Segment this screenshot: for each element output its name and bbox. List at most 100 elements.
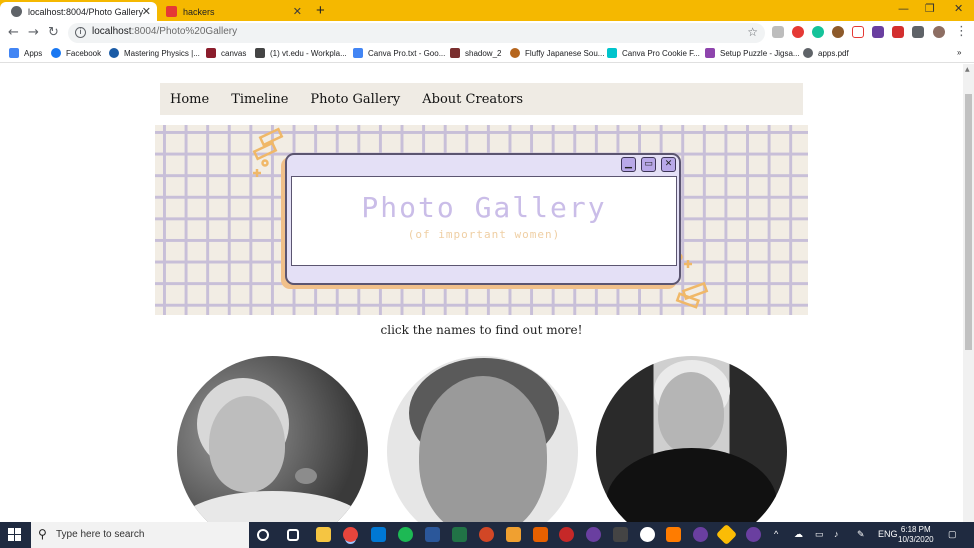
google-docs-icon	[353, 48, 363, 58]
window-minimize-icon: ▁	[621, 157, 636, 172]
excel-icon[interactable]	[452, 527, 467, 542]
workplace-icon	[255, 48, 265, 58]
notifications-icon[interactable]: ▢	[948, 529, 957, 540]
spotify-icon[interactable]	[398, 527, 413, 542]
canva-icon	[607, 48, 617, 58]
volume-icon[interactable]: ♪	[834, 529, 839, 539]
recipe-icon	[510, 48, 520, 58]
app-icon[interactable]	[613, 527, 628, 542]
tab-photo-gallery[interactable]: localhost:8004/Photo Gallery ✕	[0, 2, 157, 21]
bookmark-workplace[interactable]: (1) vt.edu - Workpla...	[255, 48, 347, 58]
instruction-text: click the names to find out more!	[380, 323, 583, 337]
shadow-icon	[450, 48, 460, 58]
nav-about-creators[interactable]: About Creators	[422, 92, 523, 107]
address-bar[interactable]: i localhost:8004/Photo%20Gallery ☆	[68, 23, 765, 43]
hackers-favicon-icon	[166, 6, 177, 17]
bookmark-canva-pro-txt[interactable]: Canva Pro.txt - Goo...	[353, 48, 445, 58]
adblock-icon[interactable]	[792, 26, 804, 38]
page-title: Photo Gallery	[361, 191, 607, 224]
nav-photo-gallery[interactable]: Photo Gallery	[310, 92, 400, 107]
site-nav: Home Timeline Photo Gallery About Creato…	[160, 83, 803, 115]
close-window-button[interactable]: ✕	[954, 2, 963, 15]
app-icon[interactable]	[715, 523, 738, 546]
bookmark-facebook[interactable]: Facebook	[51, 48, 101, 58]
windows-start-icon[interactable]	[8, 528, 22, 542]
app-icon[interactable]	[693, 527, 708, 542]
url-text[interactable]: localhost:8004/Photo%20Gallery	[92, 26, 237, 37]
tab-title: localhost:8004/Photo Gallery	[28, 6, 144, 17]
battery-icon[interactable]: ▭	[815, 529, 824, 540]
pen-icon[interactable]: ✎	[857, 529, 865, 540]
search-placeholder: Type here to search	[56, 529, 145, 540]
back-arrow-icon[interactable]: ←	[8, 25, 19, 40]
bookmark-apps-pdf[interactable]: apps.pdf	[803, 48, 849, 58]
pocket-icon[interactable]	[852, 26, 864, 38]
nav-home[interactable]: Home	[170, 92, 209, 107]
retro-window-frame: ▁ ▭ ✕ Photo Gallery (of important women)	[285, 153, 681, 285]
cookie-icon[interactable]	[832, 26, 844, 38]
cortana-icon[interactable]	[257, 529, 269, 541]
page-scrollbar[interactable]: ▲	[963, 64, 974, 522]
bookmark-fluffy-japanese[interactable]: Fluffy Japanese Sou...	[510, 48, 604, 58]
globe-icon	[803, 48, 813, 58]
bookmark-shadow[interactable]: shadow_2	[450, 48, 501, 58]
system-clock[interactable]: 6:18 PM 10/3/2020	[898, 525, 934, 545]
outlook-icon[interactable]	[371, 527, 386, 542]
twitch-icon[interactable]	[872, 26, 884, 38]
new-tab-button[interactable]: +	[316, 2, 325, 19]
facebook-icon	[51, 48, 61, 58]
tab-hackers[interactable]: hackers ✕	[158, 2, 308, 21]
chrome-icon[interactable]	[343, 527, 358, 542]
app-icon[interactable]	[640, 527, 655, 542]
shield-icon[interactable]	[892, 26, 904, 38]
scroll-up-icon[interactable]: ▲	[965, 66, 970, 73]
restore-window-button[interactable]: ❐	[925, 2, 935, 15]
tab-close-icon[interactable]: ✕	[293, 5, 302, 18]
bookmarks-bar: Apps Facebook Mastering Physics |... can…	[0, 45, 974, 63]
language-indicator[interactable]: ENG	[878, 529, 898, 539]
scrollbar-thumb[interactable]	[965, 94, 972, 350]
task-view-icon[interactable]	[287, 529, 299, 541]
chevron-up-icon[interactable]: ^	[774, 529, 778, 539]
cloud-icon[interactable]: ☁	[794, 529, 803, 540]
clock-time: 6:18 PM	[900, 525, 931, 534]
taskbar-search[interactable]: ⚲ Type here to search	[31, 522, 249, 548]
doodle-decoration	[252, 127, 284, 177]
puzzle-extensions-icon[interactable]	[912, 26, 924, 38]
portrait-photo-2[interactable]	[387, 356, 578, 522]
portrait-photo-1[interactable]	[177, 356, 368, 522]
bookmark-star-icon[interactable]: ☆	[747, 25, 758, 39]
app-icon[interactable]	[533, 527, 548, 542]
file-explorer-icon[interactable]	[316, 527, 331, 542]
search-icon: ⚲	[38, 527, 47, 541]
nav-timeline[interactable]: Timeline	[231, 92, 288, 107]
pearson-icon	[109, 48, 119, 58]
grammarly-icon[interactable]	[812, 26, 824, 38]
tab-title: hackers	[183, 6, 215, 17]
more-menu-icon[interactable]: ⋮	[955, 24, 968, 39]
word-icon[interactable]	[425, 527, 440, 542]
apps-grid-icon	[9, 48, 19, 58]
illustrator-icon[interactable]	[666, 527, 681, 542]
avatar[interactable]	[933, 26, 945, 38]
extension-icon[interactable]	[772, 26, 784, 38]
solidworks-icon[interactable]	[559, 527, 574, 542]
forward-arrow-icon[interactable]: →	[28, 25, 39, 40]
info-icon[interactable]: i	[75, 27, 86, 38]
minimize-window-button[interactable]: —	[898, 2, 909, 15]
store-icon[interactable]	[506, 527, 521, 542]
portrait-photo-3[interactable]	[596, 356, 787, 522]
bookmark-canva-cookie[interactable]: Canva Pro Cookie F...	[607, 48, 700, 58]
app-icon[interactable]	[746, 527, 761, 542]
reload-icon[interactable]: ↻	[48, 25, 59, 40]
bookmark-apps[interactable]: Apps	[9, 48, 42, 58]
canvas-icon	[206, 48, 216, 58]
powerpoint-icon[interactable]	[479, 527, 494, 542]
bookmark-mastering-physics[interactable]: Mastering Physics |...	[109, 48, 200, 58]
bookmark-canvas[interactable]: canvas	[206, 48, 246, 58]
tab-close-icon[interactable]: ✕	[142, 5, 151, 18]
window-content: Photo Gallery (of important women)	[291, 176, 677, 266]
app-icon[interactable]	[586, 527, 601, 542]
bookmarks-overflow-button[interactable]: »	[957, 48, 961, 57]
bookmark-setup-puzzle[interactable]: Setup Puzzle - Jigsa...	[705, 48, 800, 58]
